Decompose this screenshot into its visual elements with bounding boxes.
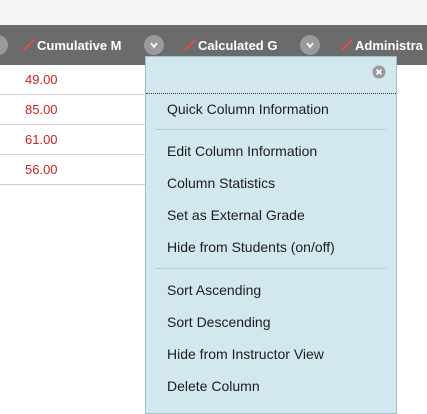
- menu-item-sort-ascending[interactable]: Sort Ascending: [146, 274, 396, 306]
- column-header-label: Calculated G: [198, 37, 278, 53]
- menu-divider: [156, 268, 386, 269]
- grade-rows: 49.00 85.00 61.00 56.00: [0, 65, 160, 185]
- chevron-down-icon: [306, 42, 314, 49]
- pencil-icon: [341, 39, 353, 51]
- grade-cell[interactable]: 49.00: [0, 65, 160, 95]
- grade-cell[interactable]: 56.00: [0, 155, 160, 185]
- column-menu-button-cumulative[interactable]: [144, 35, 164, 55]
- column-context-menu: Quick Column Information Edit Column Inf…: [145, 56, 397, 414]
- menu-item-set-external-grade[interactable]: Set as External Grade: [146, 199, 396, 231]
- menu-item-sort-descending[interactable]: Sort Descending: [146, 306, 396, 338]
- menu-item-quick-column-info[interactable]: Quick Column Information: [146, 94, 396, 124]
- menu-header: [146, 57, 396, 94]
- menu-item-delete-column[interactable]: Delete Column: [146, 370, 396, 402]
- menu-divider: [156, 129, 386, 130]
- grade-cell[interactable]: 85.00: [0, 95, 160, 125]
- grade-cell[interactable]: 61.00: [0, 125, 160, 155]
- close-icon[interactable]: [372, 65, 386, 79]
- menu-item-edit-column-info[interactable]: Edit Column Information: [146, 135, 396, 167]
- column-menu-button-calculated[interactable]: [300, 35, 320, 55]
- menu-item-column-statistics[interactable]: Column Statistics: [146, 167, 396, 199]
- column-header-cumulative[interactable]: Cumulative M: [22, 25, 142, 65]
- column-menu-button-prev[interactable]: [0, 35, 8, 55]
- pencil-icon: [184, 39, 196, 51]
- column-header-label: Administra: [355, 37, 423, 53]
- pencil-icon: [23, 39, 35, 51]
- column-header-label: Cumulative M: [37, 37, 122, 53]
- chevron-down-icon: [150, 42, 158, 49]
- top-band: [0, 0, 427, 25]
- menu-item-hide-from-students[interactable]: Hide from Students (on/off): [146, 231, 396, 263]
- menu-item-hide-from-instructor[interactable]: Hide from Instructor View: [146, 338, 396, 370]
